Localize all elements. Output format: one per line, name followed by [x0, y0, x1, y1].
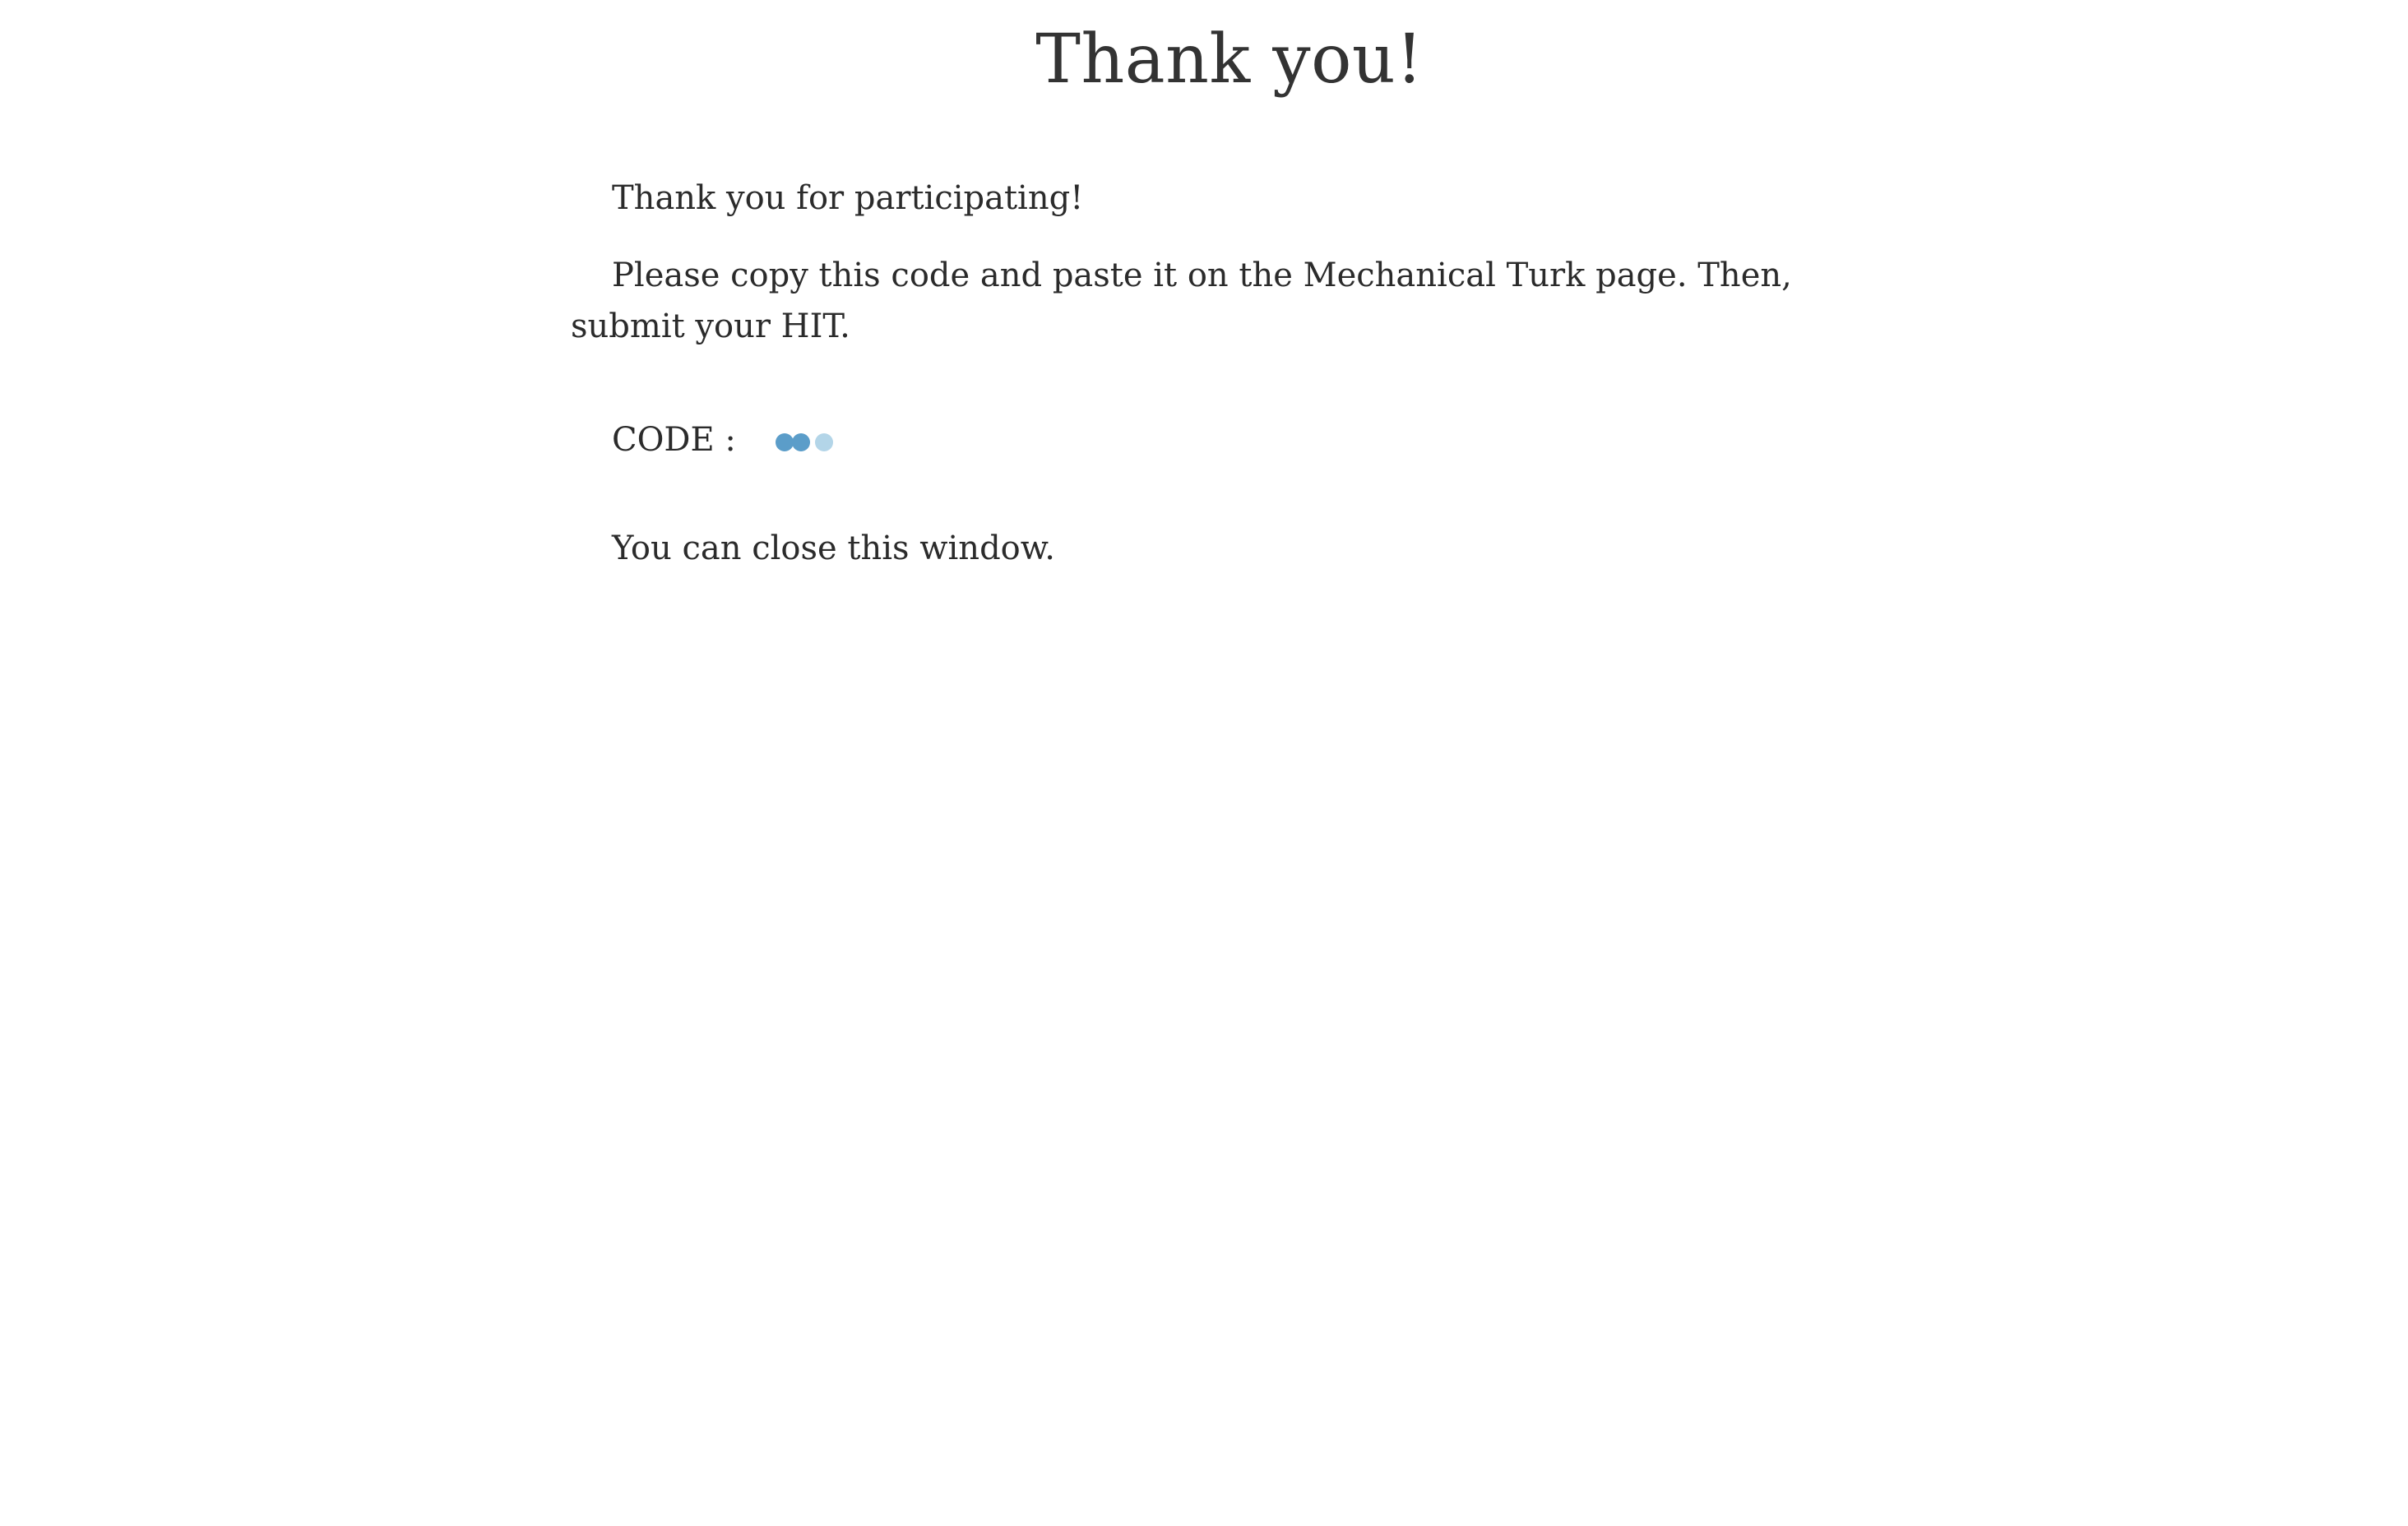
completion-code-row: CODE :: [571, 414, 1878, 465]
code-label: CODE :: [612, 421, 736, 459]
loading-dots-icon: [775, 433, 833, 451]
instructions-message: Please copy this code and paste it on th…: [571, 257, 1792, 345]
loading-dot: [791, 433, 810, 451]
page-title: Thank you!: [1035, 21, 1424, 99]
close-window-message: You can close this window.: [612, 529, 1055, 567]
thank-you-page: Thank you! Thank you for participating! …: [0, 0, 2408, 1526]
loading-dot: [814, 433, 833, 451]
participation-message: Thank you for participating!: [612, 179, 1084, 217]
loading-dot: [775, 433, 794, 451]
